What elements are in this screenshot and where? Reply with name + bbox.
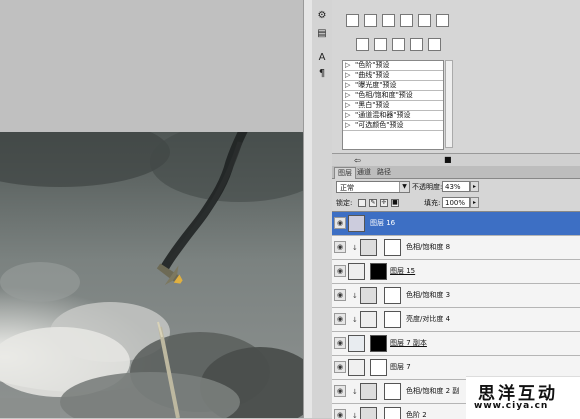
fill-label: 填充:: [424, 199, 441, 207]
invert-icon[interactable]: [356, 38, 369, 51]
layer-row[interactable]: ◉ 图层 15: [332, 260, 580, 284]
chevron-down-icon: ▼: [399, 182, 409, 192]
layers-panel-tabs: 图层 通道 路径: [332, 166, 580, 179]
opacity-slider-arrow[interactable]: ▸: [470, 181, 479, 192]
blend-mode-value: 正常: [340, 184, 354, 192]
lock-position-icon[interactable]: ✛: [380, 199, 388, 207]
tab-channels[interactable]: 通道: [354, 167, 374, 178]
gradient-map-icon[interactable]: [410, 38, 423, 51]
visibility-eye-icon[interactable]: ◉: [334, 337, 346, 349]
tab-layers[interactable]: 图层: [334, 167, 356, 179]
clip-arrow-icon: ↓: [352, 292, 358, 300]
mask-thumbnail: [370, 263, 387, 280]
visibility-eye-icon[interactable]: ◉: [334, 241, 346, 253]
mask-thumbnail: [384, 311, 401, 328]
preset-hue-saturation[interactable]: "色相/饱和度"预设: [343, 91, 443, 101]
panel-options-icon[interactable]: ■: [444, 155, 452, 164]
layer-row[interactable]: ◉ ↓ 亮度/对比度 4: [332, 308, 580, 332]
mask-thumbnail: [384, 287, 401, 304]
layer-thumbnail: [348, 215, 365, 232]
layer-name: 亮度/对比度 4: [406, 315, 451, 323]
layer-thumbnail: [348, 335, 365, 352]
brush-tool-icon[interactable]: ⚙: [315, 10, 329, 22]
presets-scrollbar[interactable]: [445, 60, 453, 148]
watermark-url: www.ciya.cn: [474, 401, 549, 411]
lock-all-icon[interactable]: ■: [391, 199, 399, 207]
preset-channel-mixer[interactable]: "通道混和器"预设: [343, 111, 443, 121]
visibility-eye-icon[interactable]: ◉: [334, 313, 346, 325]
paragraph-icon[interactable]: ¶: [315, 68, 329, 80]
adjustments-panel-footer: ⇦ ■: [332, 153, 580, 167]
opacity-input[interactable]: 43%: [442, 181, 470, 192]
preset-curves[interactable]: "曲线"预设: [343, 71, 443, 81]
mask-thumbnail: [384, 239, 401, 256]
adjustment-thumbnail: [360, 287, 377, 304]
adjustment-presets-list: "色阶"预设 "曲线"预设 "曝光度"预设 "色相/饱和度"预设 "黑白"预设 …: [342, 60, 444, 150]
mask-thumbnail: [384, 383, 401, 400]
layer-row[interactable]: ◉ ↓ 色相/饱和度 8: [332, 236, 580, 260]
preset-selective-color[interactable]: "可选颜色"预设: [343, 121, 443, 131]
lock-label: 锁定:: [336, 199, 353, 207]
clip-arrow-icon: ↓: [352, 316, 358, 324]
adjustment-thumbnail: [360, 383, 377, 400]
visibility-eye-icon[interactable]: ◉: [334, 385, 346, 397]
site-watermark: 思洋互动 www.ciya.cn: [466, 376, 580, 419]
mask-thumbnail: [370, 335, 387, 352]
layer-thumbnail: [348, 263, 365, 280]
blend-mode-select[interactable]: 正常 ▼: [336, 181, 410, 193]
curves-icon[interactable]: [382, 14, 395, 27]
threshold-icon[interactable]: [392, 38, 405, 51]
posterize-icon[interactable]: [374, 38, 387, 51]
brightness-contrast-icon[interactable]: [346, 14, 359, 27]
vibrance-icon[interactable]: [418, 14, 431, 27]
visibility-eye-icon[interactable]: ◉: [334, 217, 346, 229]
document-image[interactable]: [0, 132, 303, 418]
exposure-icon[interactable]: [400, 14, 413, 27]
mask-thumbnail: [384, 407, 401, 419]
artwork-sky-scene: [0, 132, 303, 418]
visibility-eye-icon[interactable]: ◉: [334, 361, 346, 373]
document-canvas-area: [0, 0, 303, 418]
layer-name: 图层 16: [370, 219, 396, 227]
layer-name: 色相/饱和度 3: [406, 291, 451, 299]
layer-name: 色相/饱和度 2 副: [406, 387, 460, 395]
selective-color-icon[interactable]: [428, 38, 441, 51]
fill-slider-arrow[interactable]: ▸: [470, 197, 479, 208]
mask-thumbnail: [370, 359, 387, 376]
fill-input[interactable]: 100%: [442, 197, 470, 208]
clip-arrow-icon: ↓: [352, 244, 358, 252]
layer-name: 图层 15: [390, 267, 416, 275]
adjustment-thumbnail: [360, 407, 377, 419]
layer-row[interactable]: ◉ 图层 16: [332, 212, 580, 236]
character-icon[interactable]: A: [315, 52, 329, 64]
lock-transparent-icon[interactable]: [358, 199, 366, 207]
adjustment-thumbnail: [360, 311, 377, 328]
clip-arrow-icon: ↓: [352, 388, 358, 396]
tab-paths[interactable]: 路径: [374, 167, 394, 178]
layer-name: 色相/饱和度 8: [406, 243, 451, 251]
right-panel-dock: "色阶"预设 "曲线"预设 "曝光度"预设 "色相/饱和度"预设 "黑白"预设 …: [332, 0, 580, 419]
layer-thumbnail: [348, 359, 365, 376]
layer-row[interactable]: ◉ 图层 7 副本: [332, 332, 580, 356]
levels-icon[interactable]: [364, 14, 377, 27]
layer-row[interactable]: ◉ ↓ 色相/饱和度 3: [332, 284, 580, 308]
opacity-label: 不透明度:: [412, 183, 443, 191]
collapsed-panel-strip: ⚙ ▤ A ¶: [312, 0, 333, 418]
preset-exposure[interactable]: "曝光度"预设: [343, 81, 443, 91]
adjustments-panel: "色阶"预设 "曲线"预设 "曝光度"预设 "色相/饱和度"预设 "黑白"预设 …: [332, 0, 580, 152]
visibility-eye-icon[interactable]: ◉: [334, 289, 346, 301]
visibility-eye-icon[interactable]: ◉: [334, 265, 346, 277]
return-to-list-icon[interactable]: ⇦: [354, 156, 361, 165]
clone-source-icon[interactable]: ▤: [315, 28, 329, 40]
layer-name: 图层 7: [390, 363, 411, 371]
hue-saturation-icon[interactable]: [436, 14, 449, 27]
lock-image-icon[interactable]: ✎: [369, 199, 377, 207]
preset-black-white[interactable]: "黑白"预设: [343, 101, 443, 111]
adjustment-thumbnail: [360, 239, 377, 256]
preset-levels[interactable]: "色阶"预设: [343, 61, 443, 71]
layer-name: 图层 7 副本: [390, 339, 427, 347]
